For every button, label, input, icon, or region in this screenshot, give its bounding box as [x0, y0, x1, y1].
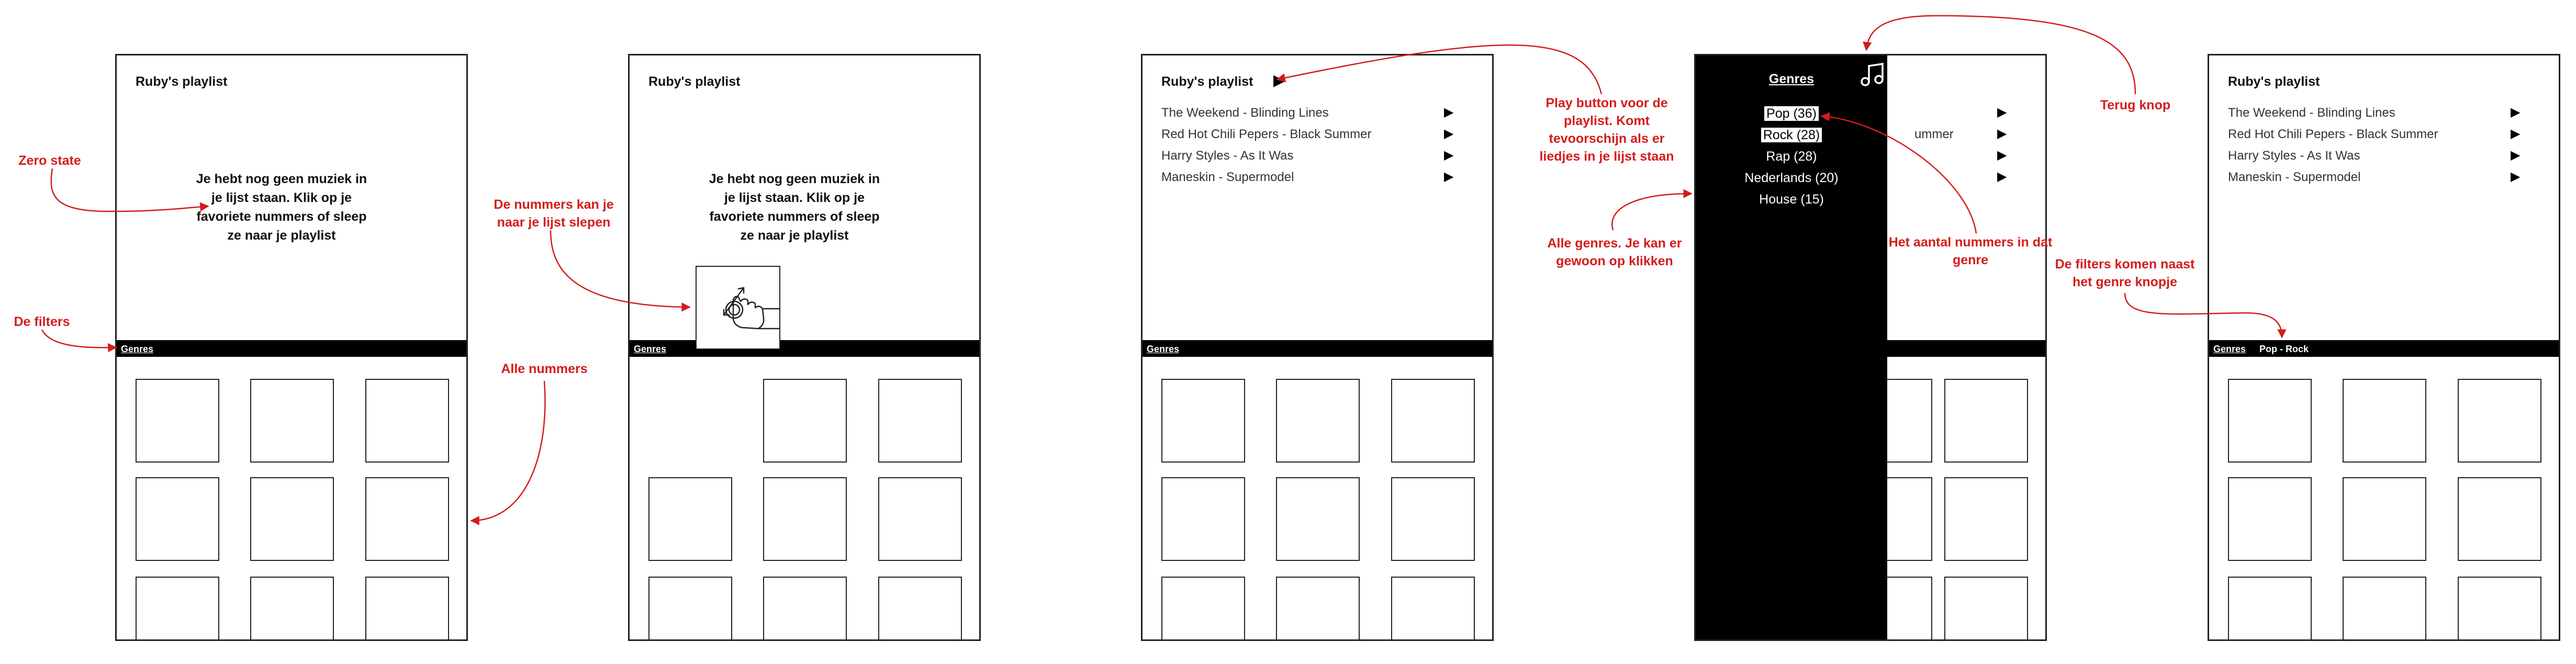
arrow-filters: [41, 329, 117, 353]
annotation-filters-next: De filters komen naast het genre knopje: [2055, 257, 2195, 289]
annotation-filters: De filters: [14, 314, 70, 329]
arrow-genre-count: [1820, 112, 1977, 234]
annotation-play-button: Play button voor de playlist. Komt tevoo…: [1539, 96, 1674, 164]
annotation-genre-count: Het aantal nummers in dat genre: [1888, 235, 2053, 267]
annotation-back-button: Terug knop: [2100, 98, 2171, 112]
annotation-arrows: [41, 15, 2287, 525]
arrow-play-button: [1276, 44, 1603, 95]
arrow-filters-next: [2124, 292, 2287, 339]
annotation-drag: De nummers kan je naar je lijst slepen: [494, 197, 614, 230]
arrow-zero-state: [50, 168, 209, 212]
arrow-drag: [550, 230, 691, 312]
arrow-all-songs: [470, 380, 546, 525]
annotation-all-genres: Alle genres. Je kan er gewoon op klikken: [1547, 236, 1682, 268]
annotation-zero-state: Zero state: [18, 153, 81, 168]
arrow-back-button: [1863, 15, 2136, 95]
annotation-all-songs: Alle nummers: [501, 362, 588, 376]
arrow-all-genres: [1611, 189, 1693, 231]
